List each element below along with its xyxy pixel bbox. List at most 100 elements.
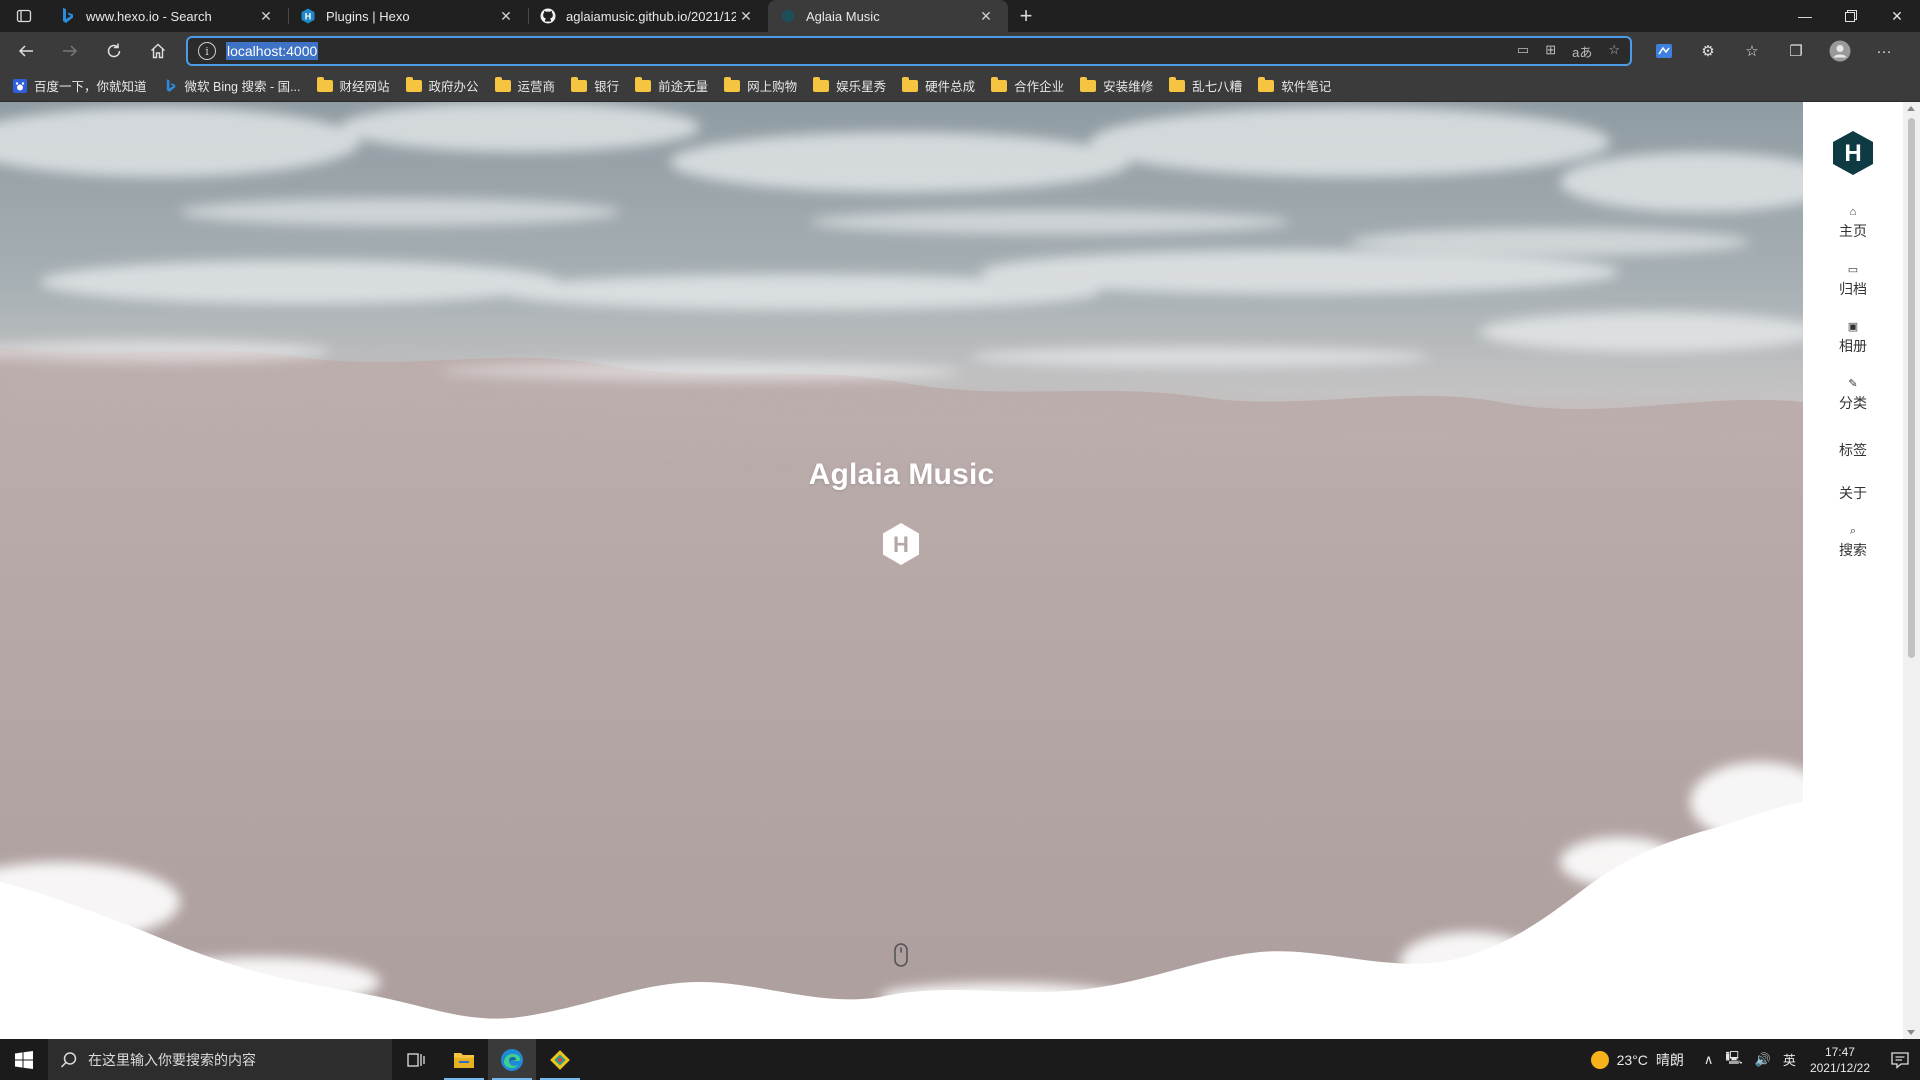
tab-title: www.hexo.io - Search [86,8,212,24]
taskbar-clock[interactable]: 17:47 2021/12/22 [1810,1044,1870,1076]
settings-more-button[interactable]: ··· [1866,36,1902,66]
home-button[interactable] [140,35,176,67]
folder-icon [1080,76,1097,92]
ime-indicator[interactable]: 英 [1783,1050,1796,1069]
edge-browser-button[interactable] [488,1039,536,1080]
minimize-icon: — [1798,8,1812,24]
nav-archive[interactable]: ▭ 归档 [1803,263,1903,299]
folder-icon [991,76,1008,92]
search-icon [60,1051,77,1068]
bookmark-label: 乱七八糟 [1192,80,1243,94]
back-button[interactable] [8,35,44,67]
scroll-down-mouse-icon[interactable] [894,943,908,967]
file-explorer-icon [454,1052,474,1068]
sunny-icon [1590,1050,1609,1069]
taskbar-search-box[interactable]: 在这里输入你要搜索的内容 [48,1039,392,1080]
notification-center-button[interactable] [1880,1039,1920,1080]
extensions-button[interactable]: ⚙ [1690,36,1726,66]
close-tab-icon[interactable]: ✕ [496,6,516,26]
bookmark-folder[interactable]: 前途无量 [635,76,708,95]
folder-icon: ▭ [1847,264,1859,276]
file-explorer-button[interactable] [440,1039,488,1080]
network-icon[interactable]: 🖳 [1725,1049,1742,1071]
close-tab-icon[interactable]: ✕ [256,6,276,26]
logo-letter: H [1844,140,1861,167]
bookmark-folder[interactable]: 硬件总成 [902,76,975,95]
scrollbar-thumb[interactable] [1908,118,1915,658]
nav-search[interactable]: ⌕ 搜索 [1803,524,1903,560]
nav-label: 标签 [1839,442,1867,458]
close-window-button[interactable]: ✕ [1874,0,1920,32]
restore-icon [1845,10,1857,22]
forward-button[interactable] [52,35,88,67]
page-icon [780,8,796,24]
new-tab-button[interactable]: + [1008,0,1044,32]
bookmark-folder[interactable]: 乱七八糟 [1169,76,1242,95]
read-aloud-icon[interactable]: aあ [1572,42,1592,61]
tab-bing-search[interactable]: www.hexo.io - Search ✕ [48,0,288,32]
app-available-icon[interactable]: ⊞ [1545,42,1556,61]
beach-background-image [0,102,1803,1039]
toolbar-right: ⚙ ☆ ❐ ··· [1646,36,1902,66]
immersive-reader-icon[interactable]: ▭ [1517,42,1529,61]
bookmark-item[interactable]: 微软 Bing 搜索 - 国... [163,76,301,95]
tab-hexo-plugins[interactable]: H Plugins | Hexo ✕ [288,0,528,32]
folder-icon [316,76,333,92]
bookmark-label: 安装维修 [1103,80,1154,94]
nav-about[interactable]: 关于 [1803,483,1903,503]
bookmark-label: 硬件总成 [925,80,976,94]
page-scrollbar[interactable] [1903,102,1920,1039]
nav-home[interactable]: ⌂ 主页 [1803,205,1903,241]
bookmark-folder[interactable]: 安装维修 [1080,76,1153,95]
task-view-button[interactable] [392,1039,440,1080]
window-controls: — ✕ [1782,0,1920,32]
restore-button[interactable] [1828,0,1874,32]
edge-icon [501,1048,523,1071]
address-bar[interactable]: i localhost:4000 ▭ ⊞ aあ ☆ [186,36,1632,66]
start-button[interactable] [0,1039,48,1080]
scroll-down-arrow-icon[interactable] [1907,1030,1915,1035]
nav-album[interactable]: ▣ 相册 [1803,320,1903,356]
plus-icon: + [1019,3,1033,28]
folder-icon [813,76,830,92]
refresh-button[interactable] [96,35,132,67]
nav-categories[interactable]: ✎ 分类 [1803,377,1903,413]
minimize-button[interactable]: — [1782,0,1828,32]
bookmark-folder[interactable]: 运营商 [494,76,555,95]
bookmark-folder[interactable]: 银行 [571,76,619,95]
profile-button[interactable] [1822,36,1858,66]
avatar [1829,40,1851,62]
show-hidden-icons-chevron-icon[interactable]: ∧ [1704,1052,1714,1068]
tab-actions-button[interactable] [0,0,48,32]
bookmark-folder[interactable]: 财经网站 [316,76,390,95]
weather-temp: 23°C [1616,1051,1648,1068]
close-tab-icon[interactable]: ✕ [976,6,996,26]
bookmark-folder[interactable]: 娱乐星秀 [813,76,886,95]
add-favorite-icon[interactable]: ☆ [1608,42,1620,61]
tab-github-page[interactable]: aglaiamusic.github.io/2021/12/2 ✕ [528,0,768,32]
nav-tags[interactable]: 标签 [1803,440,1903,460]
site-logo-icon[interactable]: H [1831,130,1875,176]
forward-arrow-icon [63,45,78,57]
volume-icon[interactable]: 🔊 [1755,1052,1771,1068]
weather-widget[interactable]: 23°C 晴朗 [1590,1050,1684,1070]
site-info-icon[interactable]: i [198,42,216,60]
collections-button[interactable]: ❐ [1778,36,1814,66]
bookmark-folder[interactable]: 软件笔记 [1258,76,1331,95]
bookmark-folder[interactable]: 合作企业 [991,76,1064,95]
extension-button[interactable] [1646,36,1682,66]
folder-icon [1169,76,1186,92]
bookmark-folder[interactable]: 政府办公 [405,76,479,95]
bookmark-item[interactable]: 百度一下，你就知道 [12,76,147,95]
scroll-up-arrow-icon[interactable] [1907,106,1915,111]
favorites-button[interactable]: ☆ [1734,36,1770,66]
tab-aglaia-music[interactable]: Aglaia Music ✕ [768,0,1008,32]
address-bar-actions: ▭ ⊞ aあ ☆ [1517,42,1620,61]
git-app-button[interactable] [536,1039,584,1080]
puzzle-icon: ⚙ [1701,43,1715,60]
close-tab-icon[interactable]: ✕ [736,6,756,26]
task-view-icon [407,1052,425,1067]
bookmark-folder[interactable]: 网上购物 [724,76,797,95]
address-url[interactable]: localhost:4000 [226,42,319,60]
clock-date: 2021/12/22 [1809,1060,1870,1075]
